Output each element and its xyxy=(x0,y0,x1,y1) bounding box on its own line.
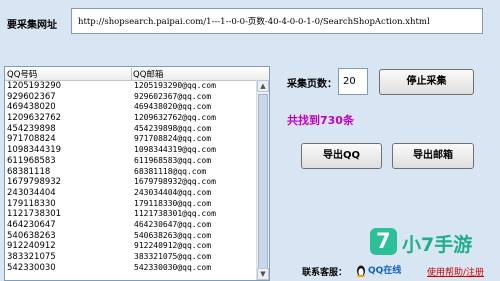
column-header-email[interactable]: QQ邮箱 xyxy=(133,68,163,80)
qq-number-cell: 1098344319 xyxy=(7,145,62,156)
scrollbar[interactable]: ▲ ▼ xyxy=(256,80,269,280)
list-row[interactable]: 68381118 68381118@qq.com xyxy=(5,167,269,178)
pages-input[interactable]: 20 xyxy=(338,68,368,95)
list-row[interactable]: 540638263 540638263@qq.com xyxy=(5,231,269,242)
list-row[interactable]: 542330030 542330030@qq.com xyxy=(5,263,269,274)
qq-email-cell: 912240912@qq.com xyxy=(134,241,212,251)
stop-button[interactable]: 停止采集 xyxy=(379,69,474,95)
list-row[interactable]: 1209632762 1209632762@qq.com xyxy=(5,113,269,124)
watermark-text: 小7手游 xyxy=(402,234,473,256)
list-row[interactable]: 454239898 454239898@qq.com xyxy=(5,124,269,135)
list-row[interactable]: 179118330 179118330@qq.com xyxy=(5,199,269,210)
qq-number-cell: 929602367 xyxy=(7,91,56,102)
url-input[interactable]: http://shopsearch.paipai.com/1---1--0-0-… xyxy=(71,8,483,34)
list-row[interactable]: 469438020 469438020@qq.com xyxy=(5,102,269,113)
export-email-button[interactable]: 导出邮箱 xyxy=(392,143,474,169)
list-row[interactable]: 1121738301 1121738301@qq.com xyxy=(5,209,269,220)
scroll-down-arrow-icon[interactable]: ▼ xyxy=(257,268,269,280)
list-row[interactable]: 1098344319 1098344319@qq.com xyxy=(5,145,269,156)
qq-number-cell: 469438020 xyxy=(7,102,56,113)
qq-email-cell: 542330030@qq.com xyxy=(134,262,212,272)
qq-number-cell: 611968583 xyxy=(7,155,56,166)
list-row[interactable]: 383321075 383321075@qq.com xyxy=(5,252,269,263)
qq-list[interactable]: QQ号码 QQ邮箱 1205193290 1205193290@qq.com 929… xyxy=(4,66,270,281)
found-count: 共找到730条 xyxy=(287,114,354,127)
qq-email-cell: 68381118@qq.com xyxy=(134,166,207,176)
qq-number-cell: 912240912 xyxy=(7,241,56,252)
qq-number-cell: 464230647 xyxy=(7,219,56,230)
qq-email-cell: 1121738301@qq.com xyxy=(134,209,216,219)
qq-number-cell: 542330030 xyxy=(7,262,56,273)
qq-number-cell: 179118330 xyxy=(7,198,56,209)
qq-email-cell: 454239898@qq.com xyxy=(134,123,212,133)
qq-email-cell: 540638263@qq.com xyxy=(134,230,212,240)
qq-number-cell: 540638263 xyxy=(7,230,56,241)
list-body: 1205193290 1205193290@qq.com 929602367 9296… xyxy=(5,81,269,273)
scroll-thumb[interactable] xyxy=(258,94,268,274)
qq-number-cell: 1205193290 xyxy=(7,81,62,91)
qq-number-cell: 454239898 xyxy=(7,123,56,134)
logo-badge-icon: 7 xyxy=(370,228,397,255)
qq-email-cell: 1098344319@qq.com xyxy=(134,145,216,155)
url-label: 要采集网址 xyxy=(7,20,57,31)
qq-email-cell: 1209632762@qq.com xyxy=(134,113,216,123)
list-header: QQ号码 QQ邮箱 xyxy=(5,67,269,81)
export-qq-button[interactable]: 导出QQ xyxy=(301,143,382,169)
contact-label: 联系客服： xyxy=(302,268,348,278)
qq-number-cell: 383321075 xyxy=(7,252,56,262)
qq-number-cell: 1209632762 xyxy=(7,113,62,124)
list-row[interactable]: 1205193290 1205193290@qq.com xyxy=(5,81,269,92)
qq-email-cell: 971708824@qq.com xyxy=(134,134,212,144)
penguin-icon xyxy=(357,265,365,277)
qq-number-cell: 971708824 xyxy=(7,134,56,145)
qq-online-text: QQ在线 xyxy=(368,266,402,276)
qq-email-cell: 611968583@qq.com xyxy=(134,155,212,165)
qq-number-cell: 243034404 xyxy=(7,187,56,198)
qq-number-cell: 68381118 xyxy=(7,166,51,177)
qq-email-cell: 179118330@qq.com xyxy=(134,198,212,208)
qq-email-cell: 469438020@qq.com xyxy=(134,102,212,112)
qq-number-cell: 1679798932 xyxy=(7,177,62,188)
qq-email-cell: 243034404@qq.com xyxy=(134,187,212,197)
pages-label: 采集页数： xyxy=(287,79,337,90)
list-row[interactable]: 243034404 243034404@qq.com xyxy=(5,188,269,199)
list-row[interactable]: 1679798932 1679798932@qq.com xyxy=(5,177,269,188)
scroll-up-arrow-icon[interactable]: ▲ xyxy=(257,80,269,92)
list-row[interactable]: 912240912 912240912@qq.com xyxy=(5,241,269,252)
qq-email-cell: 464230647@qq.com xyxy=(134,219,212,229)
qq-email-cell: 1679798932@qq.com xyxy=(134,177,216,187)
qq-email-cell: 383321075@qq.com xyxy=(134,252,212,261)
watermark-logo: 7 小7手游 xyxy=(370,228,495,260)
help-register-link[interactable]: 使用帮助/注册 xyxy=(427,265,484,278)
qq-email-cell: 1205193290@qq.com xyxy=(134,81,216,90)
list-row[interactable]: 929602367 929602367@qq.com xyxy=(5,92,269,103)
qq-email-cell: 929602367@qq.com xyxy=(134,91,212,101)
list-row[interactable]: 971708824 971708824@qq.com xyxy=(5,134,269,145)
qq-number-cell: 1121738301 xyxy=(7,209,62,220)
column-header-qq[interactable]: QQ号码 xyxy=(7,68,132,80)
list-row[interactable]: 464230647 464230647@qq.com xyxy=(5,220,269,231)
list-row[interactable]: 611968583 611968583@qq.com xyxy=(5,156,269,167)
qq-online-link[interactable]: QQ在线 xyxy=(356,263,401,277)
